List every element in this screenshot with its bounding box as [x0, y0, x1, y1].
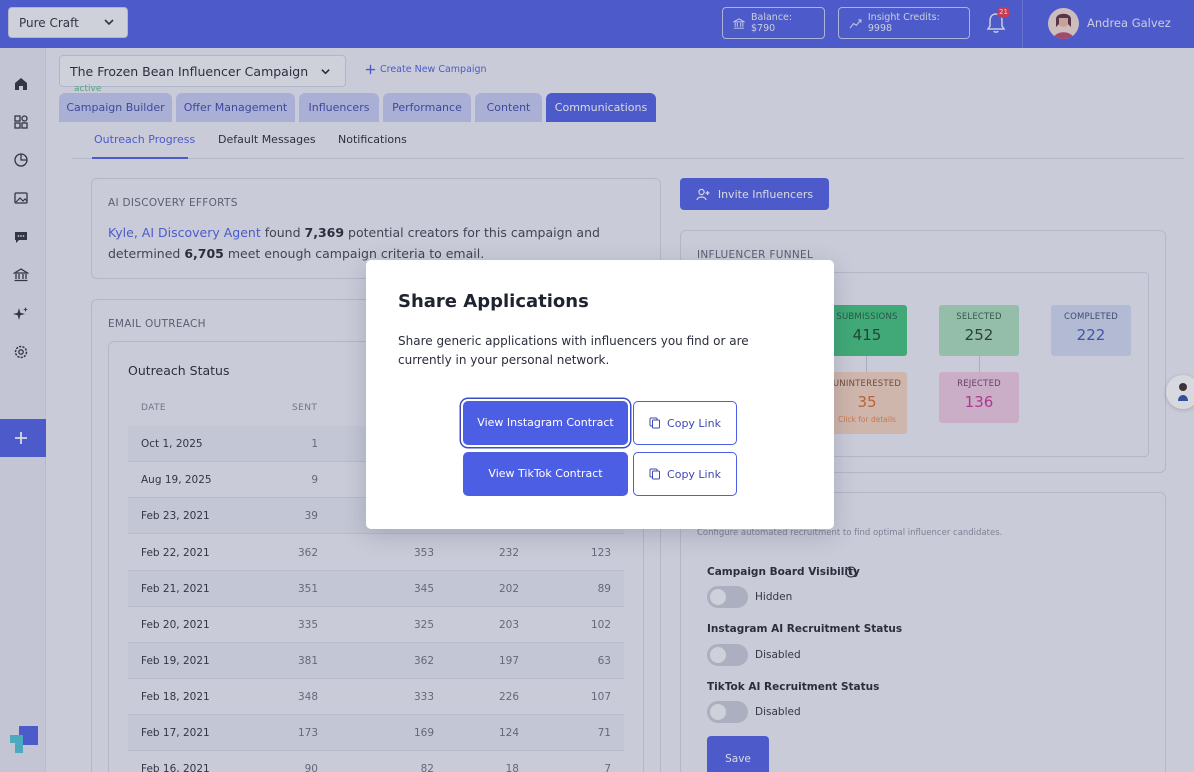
modal-title: Share Applications [398, 291, 589, 312]
copy-icon [649, 468, 661, 480]
copy-link-label: Copy Link [667, 416, 721, 430]
share-applications-modal: Share Applications Share generic applica… [366, 260, 834, 529]
copy-icon [649, 417, 661, 429]
copy-link-label: Copy Link [667, 467, 721, 481]
modal-description: Share generic applications with influenc… [398, 334, 749, 367]
copy-instagram-link-button[interactable]: Copy Link [633, 401, 737, 445]
view-instagram-contract-button[interactable]: View Instagram Contract [463, 401, 628, 445]
copy-tiktok-link-button[interactable]: Copy Link [633, 452, 737, 496]
view-tiktok-contract-button[interactable]: View TikTok Contract [463, 452, 628, 496]
